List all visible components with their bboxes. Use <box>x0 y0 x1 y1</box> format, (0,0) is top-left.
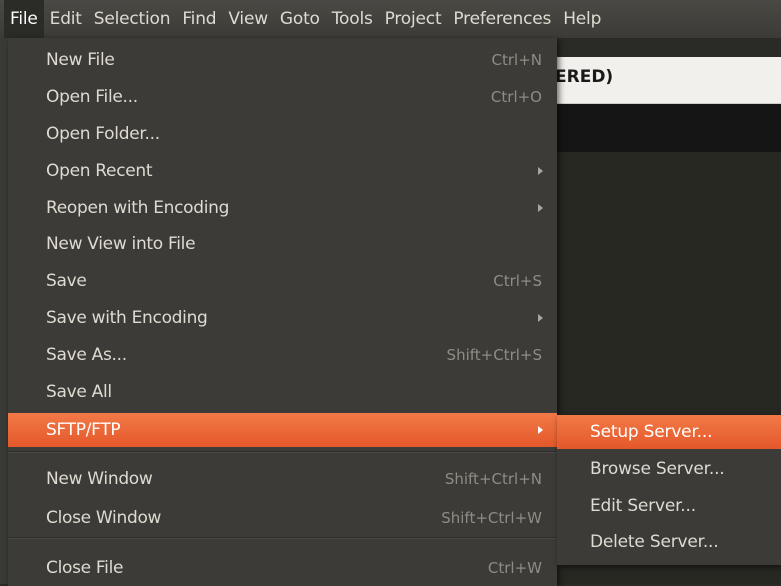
menu-item-save-as[interactable]: Save As... Shift+Ctrl+S <box>8 338 557 372</box>
menu-item-shortcut: Ctrl+O <box>490 88 542 106</box>
background-header-text: ERED) <box>555 67 614 87</box>
file-menu: New File Ctrl+N Open File... Ctrl+O Open… <box>8 38 557 586</box>
menu-item-label: Save As... <box>46 345 127 365</box>
menu-item-new-view-into-file[interactable]: New View into File <box>8 227 557 261</box>
menu-item-save-all[interactable]: Save All <box>8 375 557 409</box>
menu-item-label: Save <box>46 271 87 291</box>
menu-project[interactable]: Project <box>379 0 448 38</box>
submenu-item-label: Delete Server... <box>590 532 719 552</box>
submenu-arrow-icon <box>538 204 543 212</box>
menu-item-shortcut: Shift+Ctrl+S <box>446 346 542 364</box>
menu-item-label: Open Recent <box>46 161 153 181</box>
menu-view[interactable]: View <box>222 0 274 38</box>
menu-item-save-with-encoding[interactable]: Save with Encoding <box>8 301 557 335</box>
menu-item-label: New View into File <box>46 234 196 254</box>
menu-item-new-window[interactable]: New Window Shift+Ctrl+N <box>8 462 557 496</box>
window-left-edge <box>0 38 8 584</box>
menu-item-label: SFTP/FTP <box>46 420 121 440</box>
menu-item-label: Open Folder... <box>46 124 160 144</box>
menu-item-shortcut: Ctrl+N <box>491 51 542 69</box>
menu-item-shortcut: Ctrl+S <box>493 272 542 290</box>
submenu-item-edit-server[interactable]: Edit Server... <box>557 489 781 523</box>
menu-item-label: New File <box>46 50 115 70</box>
submenu-arrow-icon <box>538 167 543 175</box>
menu-item-label: Save with Encoding <box>46 308 208 328</box>
submenu-arrow-icon <box>538 426 543 434</box>
menu-item-label: Open File... <box>46 87 138 107</box>
menu-selection[interactable]: Selection <box>88 0 177 38</box>
submenu-item-label: Setup Server... <box>590 422 713 442</box>
menubar: File Edit Selection Find View Goto Tools… <box>0 0 781 38</box>
submenu-item-label: Browse Server... <box>590 459 725 479</box>
menu-tools[interactable]: Tools <box>326 0 379 38</box>
menu-preferences[interactable]: Preferences <box>447 0 557 38</box>
menu-item-reopen-with-encoding[interactable]: Reopen with Encoding <box>8 191 557 225</box>
menu-edit[interactable]: Edit <box>44 0 88 38</box>
submenu-item-label: Edit Server... <box>590 496 696 516</box>
submenu-item-browse-server[interactable]: Browse Server... <box>557 452 781 486</box>
submenu-arrow-icon <box>538 314 543 322</box>
menu-item-close-file[interactable]: Close File Ctrl+W <box>8 551 557 585</box>
menu-item-close-window[interactable]: Close Window Shift+Ctrl+W <box>8 501 557 535</box>
menu-help[interactable]: Help <box>557 0 607 38</box>
menu-item-shortcut: Shift+Ctrl+N <box>444 470 542 488</box>
menu-item-sftp-ftp[interactable]: SFTP/FTP <box>8 413 557 447</box>
submenu-item-delete-server[interactable]: Delete Server... <box>557 525 781 559</box>
submenu-item-setup-server[interactable]: Setup Server... <box>557 415 781 449</box>
menu-find[interactable]: Find <box>176 0 222 38</box>
menu-separator <box>8 537 557 539</box>
menu-item-open-file[interactable]: Open File... Ctrl+O <box>8 80 557 114</box>
menu-item-open-recent[interactable]: Open Recent <box>8 154 557 188</box>
menu-item-label: New Window <box>46 469 153 489</box>
menu-item-new-file[interactable]: New File Ctrl+N <box>8 43 557 77</box>
menu-item-label: Reopen with Encoding <box>46 198 230 218</box>
sftp-submenu: Setup Server... Browse Server... Edit Se… <box>557 415 781 565</box>
menu-item-open-folder[interactable]: Open Folder... <box>8 117 557 151</box>
menu-item-save[interactable]: Save Ctrl+S <box>8 264 557 298</box>
menu-item-label: Close Window <box>46 508 162 528</box>
menu-item-shortcut: Shift+Ctrl+W <box>441 509 542 527</box>
menu-item-label: Save All <box>46 382 112 402</box>
menu-item-label: Close File <box>46 558 124 578</box>
menu-item-shortcut: Ctrl+W <box>487 559 542 577</box>
menu-separator <box>8 451 557 453</box>
menu-file[interactable]: File <box>4 0 44 38</box>
menu-goto[interactable]: Goto <box>274 0 326 38</box>
